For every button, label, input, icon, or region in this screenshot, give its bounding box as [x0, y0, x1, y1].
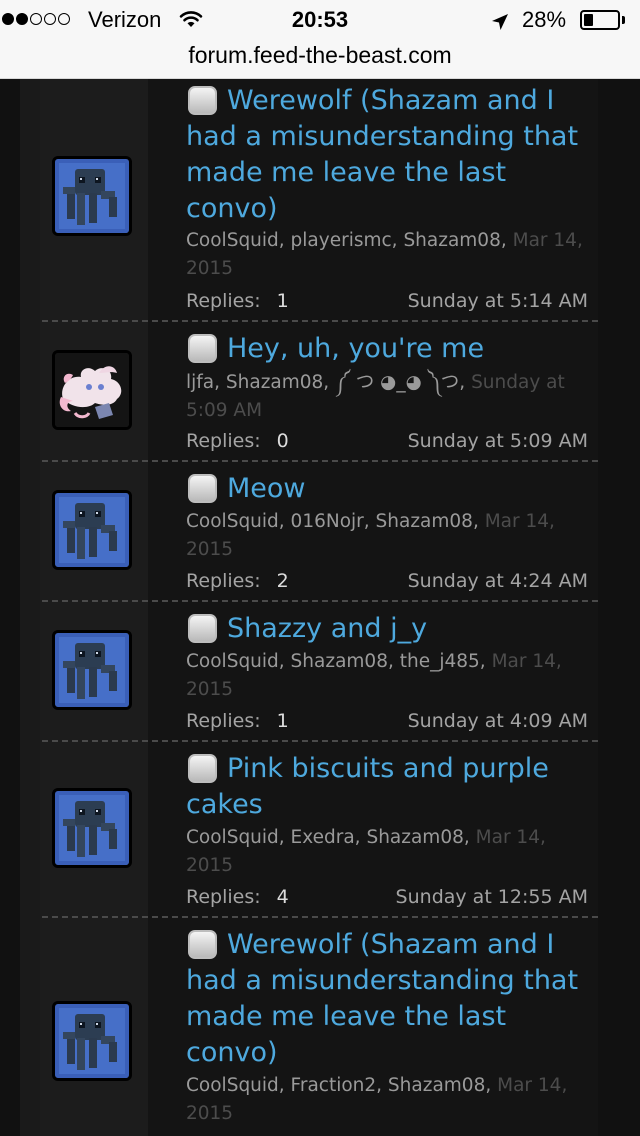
replies-count: 4 [276, 886, 289, 908]
replies-info: Replies: 4 [186, 886, 289, 908]
conversation-title[interactable]: Werewolf (Shazam and I had a misundersta… [186, 927, 586, 1071]
participant-names[interactable]: CoolSquid, Shazam08, the_j485, [186, 651, 486, 672]
replies-label: Replies: [186, 290, 261, 312]
location-arrow-icon [491, 11, 509, 37]
pony-avatar-image [55, 353, 129, 427]
last-post-time[interactable]: Sunday at 5:14 AM [408, 290, 588, 312]
conversation-title[interactable]: Hey, uh, you're me [186, 331, 586, 367]
avatar[interactable] [52, 1001, 132, 1081]
participants: CoolSquid, Fraction2, Shazam08, Mar 14, … [186, 1072, 586, 1128]
row-divider [42, 916, 598, 918]
avatar[interactable] [52, 350, 132, 430]
avatar-column [40, 79, 148, 1136]
squid-avatar-image [55, 493, 129, 567]
replies-count: 0 [276, 430, 289, 452]
battery-percent: 28% [522, 7, 567, 32]
replies-info: Replies: 2 [186, 570, 289, 592]
conversation-title[interactable]: Meow [186, 471, 586, 507]
avatar[interactable] [52, 788, 132, 868]
replies-label: Replies: [186, 570, 261, 592]
squid-avatar-image [55, 633, 129, 707]
replies-info: Replies: 1 [186, 290, 289, 312]
replies-count: 1 [276, 710, 289, 732]
battery-cap [622, 16, 625, 24]
participant-names[interactable]: CoolSquid, Exedra, Shazam08, [186, 827, 470, 848]
participants: CoolSquid, 016Nojr, Shazam08, Mar 14, 20… [186, 508, 586, 564]
squid-avatar-image [55, 791, 129, 865]
avatar[interactable] [52, 630, 132, 710]
url-text: forum.feed-the-beast.com [188, 42, 452, 68]
replies-count: 1 [276, 290, 289, 312]
last-post-time[interactable]: Sunday at 4:09 AM [408, 710, 588, 732]
last-post-time[interactable]: Sunday at 5:09 AM [408, 430, 588, 452]
participants: ljfa, Shazam08, ༼ つ ◕_◕ ༽つ, Sunday at 5:… [186, 369, 586, 425]
row-divider [42, 600, 598, 602]
replies-info: Replies: 1 [186, 710, 289, 732]
address-bar[interactable]: forum.feed-the-beast.com [0, 40, 640, 79]
avatar[interactable] [52, 490, 132, 570]
participants: CoolSquid, Exedra, Shazam08, Mar 14, 201… [186, 824, 586, 880]
replies-label: Replies: [186, 430, 261, 452]
last-post-time[interactable]: Sunday at 12:55 AM [396, 886, 588, 908]
participant-names[interactable]: CoolSquid, Fraction2, Shazam08, [186, 1075, 491, 1096]
replies-count: 2 [276, 570, 289, 592]
replies-label: Replies: [186, 886, 261, 908]
status-bar: Verizon 20:53 28% [0, 0, 640, 40]
battery-icon [580, 10, 620, 30]
forum-page: Werewolf (Shazam and I had a misundersta… [0, 79, 640, 1136]
participants: CoolSquid, Shazam08, the_j485, Mar 14, 2… [186, 648, 586, 704]
row-divider [42, 740, 598, 742]
squid-avatar-image [55, 159, 129, 233]
replies-label: Replies: [186, 710, 261, 732]
battery-level [584, 14, 593, 26]
last-post-time[interactable]: Sunday at 4:24 AM [408, 570, 588, 592]
avatar[interactable] [52, 156, 132, 236]
participants: CoolSquid, playerismc, Shazam08, Mar 14,… [186, 227, 586, 283]
replies-info: Replies: 0 [186, 430, 289, 452]
conversation-title[interactable]: Pink biscuits and purple cakes [186, 751, 586, 823]
conversation-title[interactable]: Shazzy and j_y [186, 611, 586, 647]
squid-avatar-image [55, 1004, 129, 1078]
row-divider [42, 460, 598, 462]
participant-names[interactable]: CoolSquid, playerismc, Shazam08, [186, 230, 507, 251]
participant-names[interactable]: CoolSquid, 016Nojr, Shazam08, [186, 511, 479, 532]
row-divider [42, 320, 598, 322]
participant-names[interactable]: ljfa, Shazam08, ༼ つ ◕_◕ ༽つ, [186, 372, 465, 393]
conversation-title[interactable]: Werewolf (Shazam and I had a misundersta… [186, 83, 586, 227]
